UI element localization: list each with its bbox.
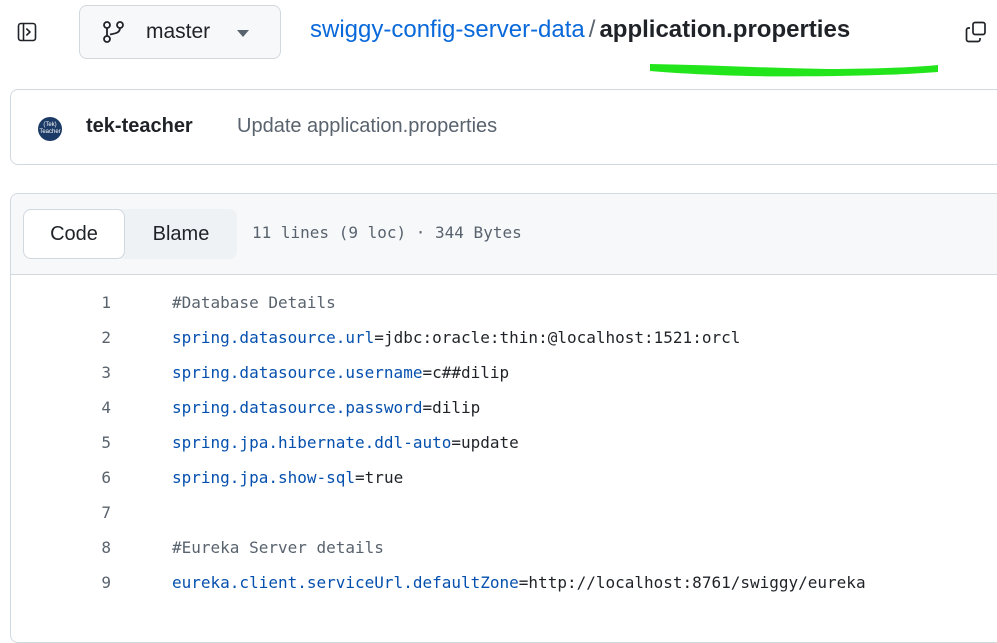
property-value: true xyxy=(364,468,404,487)
breadcrumb: swiggy-config-server-data / application.pr… xyxy=(310,14,850,46)
tab-code[interactable]: Code xyxy=(23,209,125,259)
tab-blame[interactable]: Blame xyxy=(125,209,237,259)
property-key: spring.datasource.username xyxy=(172,363,423,382)
code-line: 2 spring.datasource.url=jdbc:oracle:thin:… xyxy=(11,320,997,355)
property-value: jdbc:oracle:thin:@localhost:1521:orcl xyxy=(383,328,741,347)
assignment-operator: = xyxy=(451,433,461,452)
code-line: 4 spring.datasource.password=dilip xyxy=(11,390,997,425)
line-number[interactable]: 6 xyxy=(71,460,111,495)
property-value: http://localhost:8761/swiggy/eureka xyxy=(528,573,866,592)
file-header-bar: master swiggy-config-server-data / applica… xyxy=(0,0,997,77)
breadcrumb-repo-link[interactable]: swiggy-config-server-data xyxy=(310,16,585,43)
avatar-text-line-1: (Tek) xyxy=(43,122,57,128)
assignment-operator: = xyxy=(422,363,433,382)
assignment-operator: = xyxy=(374,328,384,347)
code-comment: #Database Details xyxy=(172,293,336,312)
property-key: spring.jpa.hibernate.ddl-auto xyxy=(172,433,452,452)
code-comment: #Eureka Server details xyxy=(172,538,384,557)
line-content: spring.datasource.password=dilip xyxy=(172,390,480,425)
file-viewer: Code Blame 11 lines (9 loc) · 344 Bytes … xyxy=(10,193,997,643)
sidebar-expand-icon[interactable] xyxy=(17,22,37,42)
line-content: spring.jpa.hibernate.ddl-auto=update xyxy=(172,425,519,460)
chevron-down-icon xyxy=(237,30,249,37)
line-number[interactable]: 7 xyxy=(71,495,111,530)
commit-author-link[interactable]: tek-teacher xyxy=(86,115,193,138)
copy-icon[interactable] xyxy=(964,20,988,44)
breadcrumb-file-name: application.properties xyxy=(599,16,851,43)
line-content: #Eureka Server details xyxy=(172,530,384,565)
assignment-operator: = xyxy=(355,468,365,487)
code-line: 9 eureka.client.serviceUrl.defaultZone=ht… xyxy=(11,565,997,600)
line-content: spring.jpa.show-sql=true xyxy=(172,460,403,495)
code-line: 3 spring.datasource.username=c##dilip xyxy=(11,355,997,390)
highlight-underline-annotation xyxy=(650,64,938,77)
file-viewer-header: Code Blame 11 lines (9 loc) · 344 Bytes xyxy=(11,194,997,275)
line-number[interactable]: 4 xyxy=(71,390,111,425)
line-number[interactable]: 9 xyxy=(71,565,111,600)
line-content: spring.datasource.username=c##dilip xyxy=(172,355,509,390)
code-line: 1 #Database Details xyxy=(11,285,997,320)
line-number[interactable]: 5 xyxy=(71,425,111,460)
code-line: 6 spring.jpa.show-sql=true xyxy=(11,460,997,495)
property-value: c##dilip xyxy=(432,363,510,382)
file-stats: 11 lines (9 loc) · 344 Bytes xyxy=(252,223,522,242)
property-value: dilip xyxy=(432,398,481,417)
code-line: 7 xyxy=(11,495,997,530)
property-key: spring.datasource.url xyxy=(172,328,375,347)
view-mode-toggle: Code Blame xyxy=(23,209,237,259)
line-number[interactable]: 1 xyxy=(71,285,111,320)
line-number[interactable]: 8 xyxy=(71,530,111,565)
branch-selector-button[interactable]: master xyxy=(79,5,281,59)
line-content: spring.datasource.url=jdbc:oracle:thin:@… xyxy=(172,320,740,355)
commit-message-link[interactable]: Update application.properties xyxy=(237,115,497,138)
assignment-operator: = xyxy=(422,398,433,417)
code-line: 8 #Eureka Server details xyxy=(11,530,997,565)
avatar-text-line-2: Teacher xyxy=(39,129,61,135)
line-content: #Database Details xyxy=(172,285,336,320)
git-branch-icon xyxy=(101,19,127,45)
property-key: spring.datasource.password xyxy=(172,398,423,417)
line-number[interactable]: 3 xyxy=(71,355,111,390)
code-line: 5 spring.jpa.hibernate.ddl-auto=update xyxy=(11,425,997,460)
property-key: eureka.client.serviceUrl.defaultZone xyxy=(172,573,519,592)
property-key: spring.jpa.show-sql xyxy=(172,468,356,487)
property-value: update xyxy=(461,433,519,452)
latest-commit-panel: (Tek) Teacher tek-teacher Update applica… xyxy=(10,89,997,165)
avatar[interactable]: (Tek) Teacher xyxy=(38,117,62,141)
assignment-operator: = xyxy=(518,573,529,592)
line-content: eureka.client.serviceUrl.defaultZone=htt… xyxy=(172,565,866,600)
breadcrumb-separator: / xyxy=(588,16,596,43)
line-number[interactable]: 2 xyxy=(71,320,111,355)
branch-name: master xyxy=(146,20,211,43)
